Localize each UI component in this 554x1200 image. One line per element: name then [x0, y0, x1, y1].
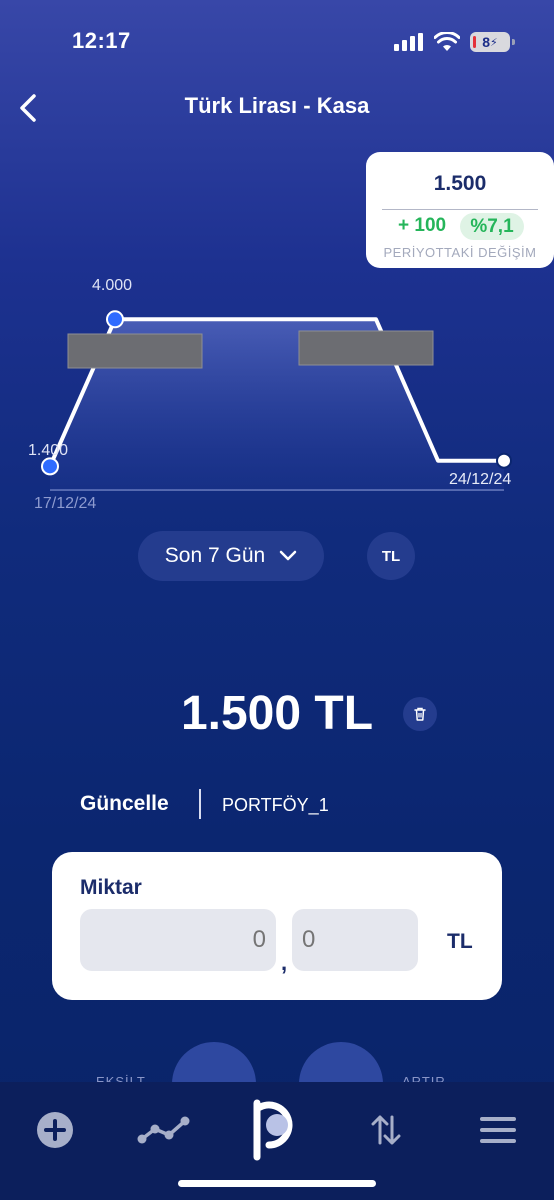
balance-chart: 1.400 4.000 17/12/24 24/12/24: [28, 277, 512, 512]
currency-button[interactable]: TL: [367, 532, 415, 580]
status-time: 12:17: [72, 28, 131, 53]
period-select-value: Son 7 Gün: [164, 544, 266, 567]
wifi-icon: [434, 32, 460, 51]
chart-placeholder-block-right: [298, 330, 434, 366]
nav-chart[interactable]: [134, 1100, 194, 1160]
page-title: Türk Lirası - Kasa: [184, 93, 370, 118]
line-chart-icon: [137, 1116, 190, 1144]
amount-decimal-input[interactable]: [292, 909, 418, 971]
change-label: PERİYOTTAKİ DEĞİŞİM: [383, 245, 537, 260]
x-tick-end: 24/12/24: [449, 471, 511, 488]
tab-portfolio[interactable]: PORTFÖY_1: [222, 795, 329, 816]
change-percent-badge: %7,1: [460, 213, 524, 240]
home-indicator: [178, 1180, 376, 1187]
period-select[interactable]: Son 7 Gün: [138, 531, 324, 581]
chart-point-start: [41, 457, 59, 476]
card-divider: [382, 209, 538, 210]
amount-unit: TL: [447, 930, 473, 953]
battery-level: 8: [482, 34, 491, 50]
total-amount-value: 1.500 TL: [180, 687, 374, 740]
x-tick-start: 17/12/24: [34, 495, 96, 512]
decimal-separator: ,: [281, 950, 288, 975]
nav-add[interactable]: [25, 1100, 85, 1160]
amount-label: Miktar: [80, 876, 142, 899]
chart-placeholder-block-left: [67, 333, 203, 369]
nav-transactions[interactable]: [356, 1100, 416, 1160]
signal-icon: [394, 33, 423, 51]
transfer-arrows-icon: [371, 1115, 401, 1145]
menu-icon: [480, 1117, 516, 1143]
change-absolute: + 100: [398, 215, 447, 236]
tab-update[interactable]: Güncelle: [80, 792, 169, 816]
plus-circle-icon: [37, 1112, 73, 1148]
chart-label-start: 1.400: [28, 442, 68, 459]
nav-home[interactable]: [246, 1099, 306, 1161]
battery-icon: 8 ⚡: [470, 32, 515, 52]
app-logo-icon: [253, 1099, 293, 1161]
chart-label-peak: 4.000: [92, 277, 132, 294]
nav-menu[interactable]: [468, 1100, 528, 1160]
period-change-card: 1.500 + 100 %7,1 PERİYOTTAKİ DEĞİŞİM: [366, 152, 554, 268]
amount-card: Miktar , TL: [52, 852, 502, 1000]
chevron-down-icon: [279, 550, 297, 561]
trash-icon: [414, 707, 426, 721]
status-icons: 8 ⚡: [394, 30, 515, 54]
total-amount: 1.500 TL: [0, 686, 554, 741]
chart-point-end: [496, 452, 512, 469]
chart-point-peak: [106, 310, 124, 329]
tab-separator: [199, 789, 201, 819]
period-value: 1.500: [433, 172, 487, 195]
delete-button[interactable]: [403, 697, 437, 731]
amount-integer-input[interactable]: [80, 909, 276, 971]
